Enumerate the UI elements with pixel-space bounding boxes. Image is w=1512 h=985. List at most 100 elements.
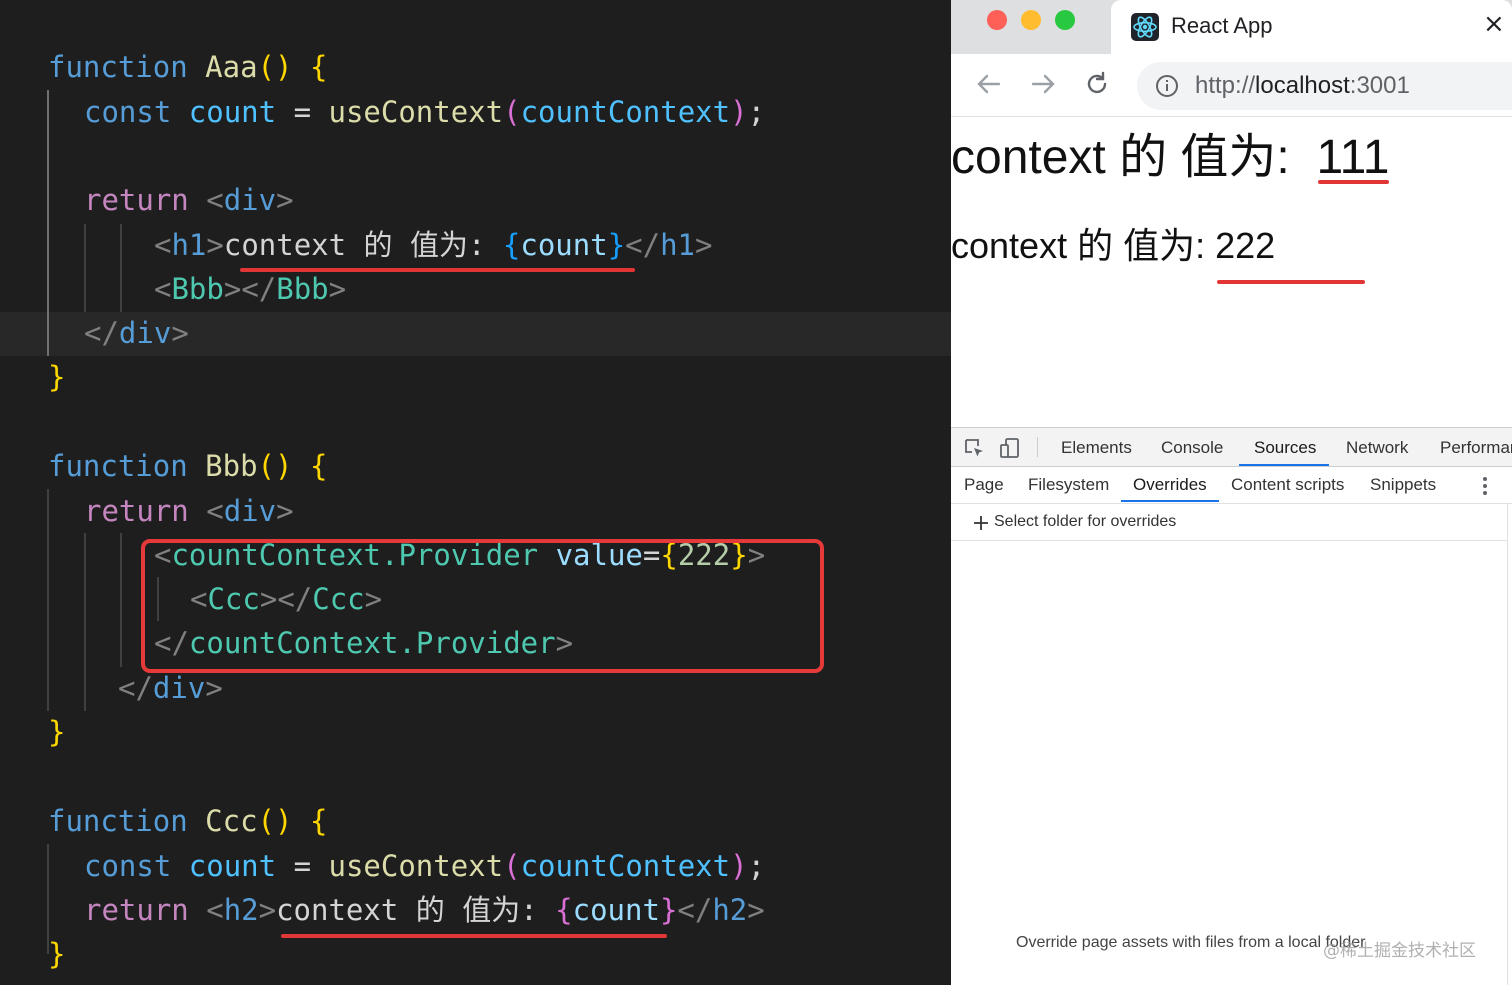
keyword: const <box>84 95 172 129</box>
close-window-button[interactable] <box>987 10 1007 30</box>
reload-icon[interactable] <box>1083 70 1111 98</box>
tab-elements[interactable]: Elements <box>1061 438 1132 458</box>
brace: { <box>309 804 328 838</box>
tab-performance[interactable]: Performar <box>1440 438 1512 458</box>
parens: () <box>257 449 293 483</box>
function-name: Aaa <box>205 50 258 84</box>
tab-network[interactable]: Network <box>1346 438 1408 458</box>
indent-guide <box>47 90 49 356</box>
tab-sources[interactable]: Sources <box>1254 438 1316 458</box>
info-icon[interactable] <box>1155 74 1179 98</box>
subtab-filesystem[interactable]: Filesystem <box>1028 475 1109 495</box>
code-editor[interactable]: function Aaa() { const count = useContex… <box>0 0 951 985</box>
brace: } <box>48 937 66 971</box>
variable: count <box>188 95 277 129</box>
subtab-content-scripts[interactable]: Content scripts <box>1231 475 1344 495</box>
tag-bracket: < <box>206 494 224 528</box>
code-line: const count = useContext(countContext); <box>84 90 765 134</box>
indent-guide <box>84 224 86 312</box>
function-name: Ccc <box>205 804 258 838</box>
jsx-text: context 的 值为: <box>223 228 503 262</box>
devtools-panel: Elements Console Sources Network Perform… <box>951 427 1512 985</box>
brace: { <box>309 50 328 84</box>
hook-call: useContext <box>328 849 504 883</box>
url-scheme: http:// <box>1195 72 1256 99</box>
url-text: http://localhost:3001 <box>1195 72 1410 100</box>
argument: countContext <box>520 95 731 129</box>
jsx-text: context 的 值为: <box>276 893 556 927</box>
tag-bracket: > <box>276 183 294 217</box>
component-name: Bbb <box>276 272 329 306</box>
tag-name: h1 <box>660 228 696 262</box>
subtab-overrides[interactable]: Overrides <box>1133 475 1207 495</box>
minimize-window-button[interactable] <box>1021 10 1041 30</box>
h1-label: context 的 值为: <box>951 131 1290 184</box>
address-bar[interactable]: http://localhost:3001 <box>1137 62 1512 110</box>
code-line: } <box>48 355 65 399</box>
select-folder-row[interactable]: Select folder for overrides <box>951 504 1508 541</box>
tag-name: div <box>223 494 277 528</box>
indent-guide <box>120 224 122 312</box>
tab-title: React App <box>1171 13 1273 38</box>
code-line: } <box>48 932 65 976</box>
parens: () <box>257 804 293 838</box>
paren: ) <box>730 849 748 883</box>
back-arrow-icon[interactable] <box>975 70 1003 98</box>
device-toolbar-icon[interactable] <box>999 437 1021 459</box>
tag-bracket: > <box>328 272 347 306</box>
active-subtab-indicator <box>1121 500 1219 502</box>
inspect-element-icon[interactable] <box>963 437 985 459</box>
paren: ( <box>503 95 521 129</box>
code-line: function Aaa() { <box>48 45 327 89</box>
code-line: function Bbb() { <box>48 444 327 488</box>
devtools-tabbar: Elements Console Sources Network Perform… <box>951 428 1512 467</box>
tab-close-icon[interactable]: × <box>1483 9 1505 39</box>
tag-bracket: > <box>171 316 189 350</box>
overrides-message: Override page assets with files from a l… <box>1016 934 1366 951</box>
operator: = <box>293 849 312 883</box>
parens: () <box>257 50 293 84</box>
maximize-window-button[interactable] <box>1055 10 1075 30</box>
indent-guide <box>84 533 86 711</box>
indent-guide <box>120 533 122 667</box>
keyword: return <box>84 893 189 927</box>
brace: } <box>48 715 66 749</box>
tag-bracket: </ <box>677 893 713 927</box>
url-port: :3001 <box>1349 72 1410 99</box>
tag-bracket: > <box>223 272 242 306</box>
tag-bracket: > <box>205 671 223 705</box>
jsx-brace: { <box>502 228 521 262</box>
tag-name: div <box>152 671 206 705</box>
annotation-underline <box>1217 280 1365 284</box>
paren: ( <box>503 849 521 883</box>
code-line: const count = useContext(countContext); <box>84 844 765 888</box>
keyword: const <box>84 849 172 883</box>
tag-name: h2 <box>223 893 259 927</box>
tag-bracket: </ <box>241 272 277 306</box>
code-line: <h1>context 的 值为: {count}</h1> <box>154 223 712 267</box>
watermark: @稀土掘金技术社区 <box>1323 941 1476 961</box>
jsx-variable: count <box>520 228 608 262</box>
h2-label: context 的 值为: <box>951 225 1206 266</box>
tag-bracket: > <box>206 228 224 262</box>
component-name: Bbb <box>171 272 224 306</box>
forward-arrow-icon[interactable] <box>1029 70 1057 98</box>
tag-bracket: > <box>695 228 713 262</box>
tab-console[interactable]: Console <box>1161 438 1223 458</box>
browser-tab[interactable]: React App × <box>1111 0 1512 54</box>
subtab-page[interactable]: Page <box>964 475 1004 495</box>
code-line: function Ccc() { <box>48 799 327 843</box>
hook-call: useContext <box>328 95 504 129</box>
tag-bracket: </ <box>625 228 661 262</box>
browser-window: React App × http://localhost:3001 contex… <box>951 0 1512 985</box>
sources-subtabbar: Page Filesystem Overrides Content script… <box>951 467 1512 504</box>
jsx-brace: { <box>555 893 573 927</box>
indent-guide <box>47 489 49 711</box>
keyword: return <box>84 494 189 528</box>
plus-icon <box>974 516 988 530</box>
subtab-snippets[interactable]: Snippets <box>1370 475 1436 495</box>
more-vert-icon[interactable] <box>1479 475 1491 497</box>
title-bar: React App × <box>951 0 1512 54</box>
code-line: <Bbb></Bbb> <box>154 267 346 311</box>
tag-bracket: < <box>154 272 172 306</box>
